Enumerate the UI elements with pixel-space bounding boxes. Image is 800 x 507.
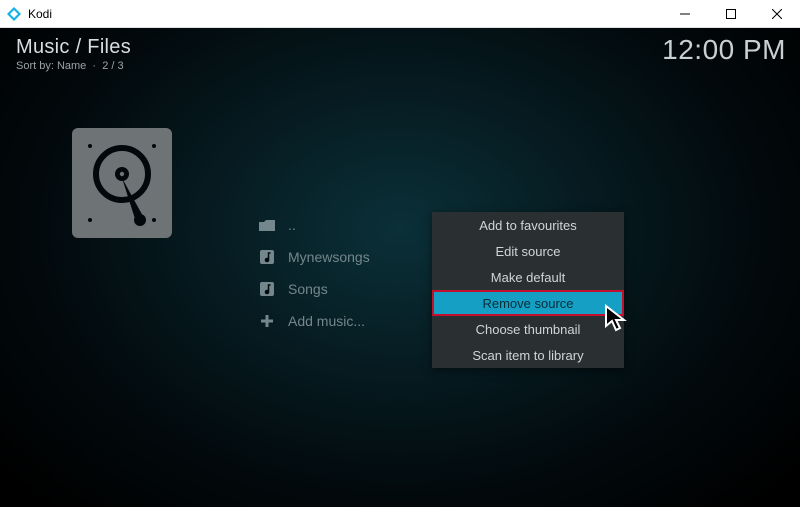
window-title: Kodi	[28, 7, 52, 21]
ctx-scan-library[interactable]: Scan item to library	[432, 342, 624, 368]
ctx-item-label: Scan item to library	[472, 348, 583, 363]
ctx-item-label: Choose thumbnail	[476, 322, 581, 337]
window-titlebar: Kodi	[0, 0, 800, 28]
ctx-edit-source[interactable]: Edit source	[432, 238, 624, 264]
breadcrumb-path: Music / Files	[16, 36, 131, 59]
list-item[interactable]: ..	[258, 216, 448, 234]
clock: 12:00 PM	[662, 34, 786, 66]
kodi-app-icon	[6, 6, 22, 22]
breadcrumb-sub: Sort by: Name · 2 / 3	[16, 60, 131, 72]
music-source-icon	[258, 280, 276, 298]
ctx-item-label: Remove source	[482, 296, 573, 311]
close-button[interactable]	[754, 0, 800, 28]
hdd-thumbnail	[72, 128, 172, 238]
ctx-choose-thumbnail[interactable]: Choose thumbnail	[432, 316, 624, 342]
ctx-remove-source[interactable]: Remove source	[432, 290, 624, 316]
list-item-label: Mynewsongs	[288, 249, 370, 265]
list-item[interactable]: Songs	[258, 280, 448, 298]
maximize-button[interactable]	[708, 0, 754, 28]
list-item-label: Add music...	[288, 313, 365, 329]
list-item[interactable]: Mynewsongs	[258, 248, 448, 266]
breadcrumb: Music / Files Sort by: Name · 2 / 3	[16, 36, 131, 72]
list-position: 2 / 3	[102, 60, 123, 72]
ctx-item-label: Make default	[491, 270, 565, 285]
kodi-viewport: Music / Files Sort by: Name · 2 / 3 12:0…	[0, 28, 800, 507]
music-source-icon	[258, 248, 276, 266]
ctx-item-label: Add to favourites	[479, 218, 577, 233]
file-list: .. Mynewsongs Songs Add music...	[258, 216, 448, 330]
sort-label: Sort by: Name	[16, 60, 86, 72]
ctx-add-favourites[interactable]: Add to favourites	[432, 212, 624, 238]
list-item[interactable]: Add music...	[258, 312, 448, 330]
minimize-button[interactable]	[662, 0, 708, 28]
add-icon	[258, 312, 276, 330]
list-item-label: ..	[288, 217, 296, 233]
list-item-label: Songs	[288, 281, 328, 297]
ctx-make-default[interactable]: Make default	[432, 264, 624, 290]
context-menu: Add to favourites Edit source Make defau…	[432, 212, 624, 368]
mouse-cursor-icon	[604, 304, 628, 332]
ctx-item-label: Edit source	[495, 244, 560, 259]
folder-up-icon	[258, 216, 276, 234]
